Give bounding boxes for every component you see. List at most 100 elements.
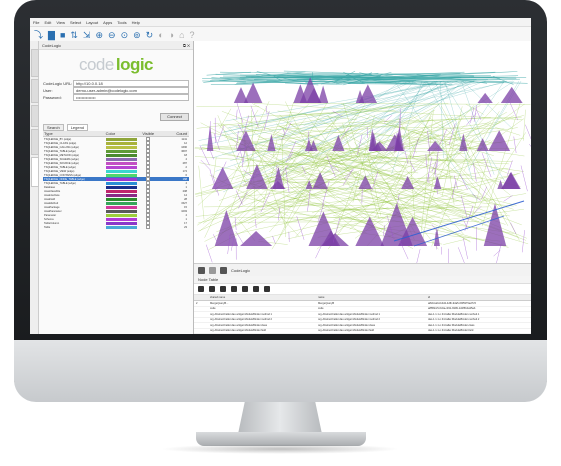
- legend-color-swatch[interactable]: [105, 225, 138, 229]
- graph-edge: [443, 238, 467, 245]
- legend-color-swatch[interactable]: [105, 169, 138, 173]
- legend-row[interactable]: TSQLEDGE_TABLE (edge) 4: [43, 181, 189, 185]
- hide-icon[interactable]: ◐: [158, 30, 163, 40]
- legend-color-swatch[interactable]: [105, 185, 138, 189]
- show-icon[interactable]: ◑: [169, 30, 174, 40]
- legend-color-swatch[interactable]: [105, 157, 138, 161]
- export-icon[interactable]: ⇲: [83, 30, 91, 40]
- legend-row[interactable]: Database 1: [43, 185, 189, 189]
- table-view-icon[interactable]: [209, 266, 216, 274]
- legend-type: TSQLEDGE_NODE_TABLE (edge): [44, 177, 85, 181]
- legend-row[interactable]: TSQLEDGE_CLASS (edge) 12: [43, 141, 189, 145]
- legend-color-swatch[interactable]: [105, 181, 138, 185]
- legend-row[interactable]: Schema 1: [43, 217, 189, 221]
- tab-search[interactable]: Search: [43, 124, 64, 131]
- legend-row[interactable]: TableColumn 17: [43, 221, 189, 225]
- save-session-icon[interactable]: ■: [60, 30, 65, 40]
- panel-window-controls[interactable]: ⧉ ✕: [183, 43, 190, 48]
- legend-color-swatch[interactable]: [105, 145, 138, 149]
- graph-edge: [525, 124, 531, 140]
- legend-color-swatch[interactable]: [105, 189, 138, 193]
- legend-color-swatch[interactable]: [105, 149, 138, 153]
- legend-color-swatch[interactable]: [105, 153, 138, 157]
- network-graph-view[interactable]: [194, 41, 531, 271]
- legend-row[interactable]: TSQLEDGE_VIEW (edge) 174: [43, 169, 189, 173]
- legend-color-swatch[interactable]: [105, 197, 138, 201]
- home-icon[interactable]: ⌂: [179, 30, 184, 40]
- legend-color-swatch[interactable]: [105, 221, 138, 225]
- side-tab-network[interactable]: [31, 49, 39, 77]
- show-columns-icon[interactable]: [209, 286, 215, 292]
- legend-row[interactable]: JavaMethod 1527: [43, 201, 189, 205]
- legend-color-swatch[interactable]: [105, 213, 138, 217]
- legend-row[interactable]: TSQLEDGE_NODE_TABLE (edge) 168: [43, 177, 189, 181]
- zoom-fit-icon[interactable]: ⊙: [121, 30, 129, 40]
- legend-row[interactable]: JavaInterface 14: [43, 193, 189, 197]
- legend-color-swatch[interactable]: [105, 217, 138, 221]
- refresh-icon[interactable]: ↻: [146, 30, 154, 40]
- zoom-out-icon[interactable]: ⊖: [108, 30, 116, 40]
- legend-color-swatch[interactable]: [105, 193, 138, 197]
- pencil-icon[interactable]: [220, 266, 227, 274]
- legend-row[interactable]: JavaField 28: [43, 197, 189, 201]
- side-tab-style[interactable]: [31, 79, 39, 103]
- link-icon[interactable]: [231, 286, 237, 292]
- legend-color-swatch[interactable]: [105, 141, 138, 145]
- legend-row[interactable]: TSQLEDGE_SOURCE (edge) 287: [43, 161, 189, 165]
- zoom-selected-icon[interactable]: ⊚: [133, 30, 141, 40]
- menu-item-layout[interactable]: Layout: [86, 20, 98, 25]
- network-graph-canvas[interactable]: [194, 41, 531, 271]
- legend-row[interactable]: JavaPackage 15: [43, 205, 189, 209]
- panel-title: CodeLogic: [42, 42, 62, 48]
- legend-type: TableColumn: [44, 221, 60, 225]
- legend-row[interactable]: TSQLEDGE_CALLING (edge) 1696: [43, 145, 189, 149]
- menu-item-select[interactable]: Select: [70, 20, 81, 25]
- legend-row[interactable]: TSQLEDGE_METHOD (edge) 18: [43, 153, 189, 157]
- import-table-icon-2[interactable]: [253, 286, 259, 292]
- legend-row[interactable]: JavaParameter 1093: [43, 209, 189, 213]
- menu-item-tools[interactable]: Tools: [117, 20, 126, 25]
- help-icon[interactable]: ?: [190, 30, 195, 40]
- legend-row[interactable]: Parameter 4: [43, 213, 189, 217]
- menu-item-view[interactable]: View: [56, 20, 65, 25]
- menu-item-file[interactable]: File: [33, 20, 39, 25]
- legend-color-swatch[interactable]: [105, 209, 138, 213]
- side-tab-codelogic[interactable]: [31, 157, 39, 187]
- zoom-in-icon[interactable]: ⊕: [95, 30, 103, 40]
- side-tab-filter[interactable]: [31, 105, 39, 127]
- legend-row[interactable]: TSQLEDGE_TABLE (edge) 3697: [43, 149, 189, 153]
- grid-view-icon[interactable]: [198, 266, 205, 274]
- open-session-icon[interactable]: ▇: [48, 30, 55, 40]
- delete-column-icon[interactable]: [242, 286, 248, 292]
- side-tab-annotation[interactable]: [31, 129, 39, 155]
- password-input[interactable]: ••••••••••••••: [73, 94, 189, 101]
- legend-count: 4: [185, 181, 187, 185]
- legend-row[interactable]: JavaClassFile 208: [43, 189, 189, 193]
- user-input[interactable]: demo-user-admin@codelogic.com: [73, 87, 189, 94]
- legend-color-swatch[interactable]: [105, 165, 138, 169]
- legend-row[interactable]: TSQLEDGE_SCHEMA (edge) 4: [43, 157, 189, 161]
- legend-row[interactable]: TSQLEDGE_CONTAINS (edge) 6: [43, 173, 189, 177]
- legend-color-swatch[interactable]: [105, 137, 138, 141]
- menu-item-edit[interactable]: Edit: [44, 20, 51, 25]
- legend-color-swatch[interactable]: [105, 205, 138, 209]
- legend-count: 287: [182, 161, 187, 165]
- legend-color-swatch[interactable]: [105, 177, 138, 181]
- connect-button[interactable]: Connect: [160, 113, 189, 121]
- function-builder-icon[interactable]: [198, 286, 204, 292]
- url-input[interactable]: http://10.0.0.18: [73, 80, 189, 87]
- select-columns-icon[interactable]: [220, 286, 226, 292]
- legend-color-swatch[interactable]: [105, 173, 138, 177]
- legend-row[interactable]: TSQLEDGE_TABLE (edge) 2: [43, 165, 189, 169]
- import-network-icon[interactable]: ⤵: [34, 30, 43, 40]
- legend-color-swatch[interactable]: [105, 201, 138, 205]
- export-table-icon[interactable]: [264, 286, 270, 292]
- tab-legend[interactable]: Legend: [66, 124, 89, 131]
- legend-visible-checkbox[interactable]: [146, 225, 151, 229]
- menu-item-apps[interactable]: Apps: [103, 20, 112, 25]
- import-table-icon[interactable]: ⇅: [70, 30, 78, 40]
- legend-row[interactable]: Table 23: [43, 225, 189, 229]
- legend-color-swatch[interactable]: [105, 161, 138, 165]
- legend-row[interactable]: TSQLEDGE_BY (edge) 1141: [43, 137, 189, 141]
- menu-item-help[interactable]: Help: [132, 20, 140, 25]
